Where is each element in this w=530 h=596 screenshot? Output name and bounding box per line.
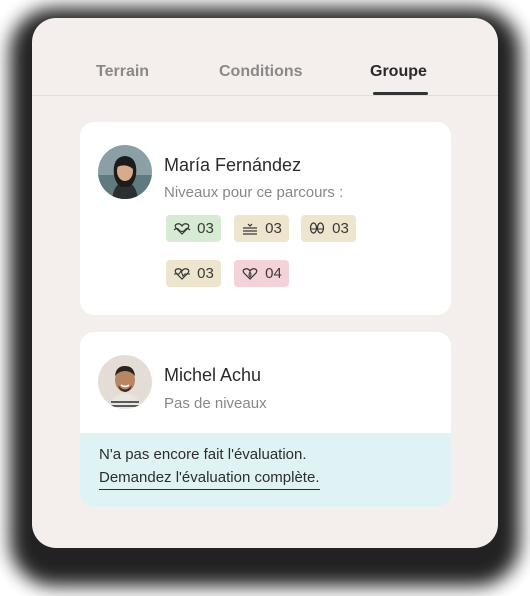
- water-lines-icon: [243, 223, 258, 235]
- group-panel: Terrain Conditions Groupe María Fernánde…: [32, 18, 498, 548]
- heart-pulse-icon: [174, 267, 191, 280]
- evaluation-notice: N'a pas encore fait l'évaluation. Demand…: [80, 433, 451, 507]
- level-value: 03: [332, 220, 349, 237]
- level-value: 04: [265, 265, 282, 282]
- tab-groupe[interactable]: Groupe: [370, 63, 427, 81]
- level-badge: 03: [301, 215, 356, 242]
- levels-caption: Niveaux pour ce parcours :: [164, 184, 344, 201]
- level-badge: 03: [234, 215, 289, 242]
- no-levels-caption: Pas de niveaux: [164, 395, 267, 412]
- footprints-icon: [310, 221, 325, 234]
- member-card-maria: María Fernández Niveaux pour ce parcours…: [80, 122, 451, 315]
- member-name: Michel Achu: [164, 365, 262, 385]
- notice-text: N'a pas encore fait l'évaluation.: [99, 446, 307, 463]
- active-tab-indicator: [373, 92, 428, 95]
- tab-terrain[interactable]: Terrain: [96, 63, 149, 81]
- level-value: 03: [265, 220, 282, 237]
- avatar: [98, 355, 152, 409]
- heart-waves-icon: [173, 222, 191, 235]
- tab-conditions[interactable]: Conditions: [219, 63, 303, 81]
- tab-bar: Terrain Conditions Groupe: [32, 18, 498, 96]
- level-badge: 03: [166, 260, 221, 287]
- member-name: María Fernández: [164, 155, 302, 175]
- avatar: [98, 145, 152, 199]
- level-badge: 03: [166, 215, 221, 242]
- member-card-michel: Michel Achu Pas de niveaux N'a pas encor…: [80, 332, 451, 507]
- level-value: 03: [197, 265, 214, 282]
- request-evaluation-link[interactable]: Demandez l'évaluation complète.: [99, 469, 320, 490]
- heart-drop-icon: [242, 267, 258, 280]
- level-value: 03: [197, 220, 214, 237]
- level-badge: 04: [234, 260, 289, 287]
